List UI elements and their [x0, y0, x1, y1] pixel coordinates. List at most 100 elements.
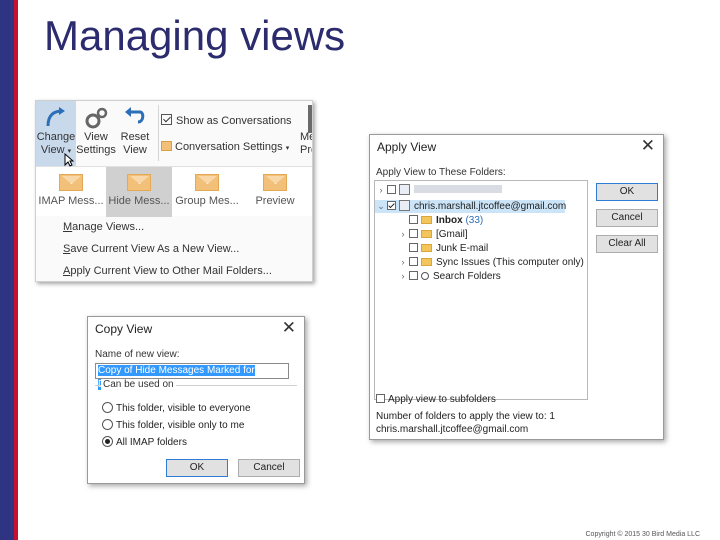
- gallery-item-group-messages[interactable]: Group Mes...: [174, 167, 240, 217]
- folder-icon: [421, 244, 432, 252]
- conversation-settings-label: Conversation Settings: [175, 141, 283, 153]
- clear-all-button[interactable]: Clear All: [596, 235, 658, 253]
- tree-row-inbox[interactable]: Inbox (33): [397, 214, 483, 227]
- folder-label: [Gmail]: [436, 229, 468, 240]
- dialog-title: Copy View: [95, 322, 153, 336]
- tree-row-sync-issues[interactable]: › Sync Issues (This computer only): [397, 256, 584, 269]
- folder-count-label: Number of folders to apply the view to: …: [376, 411, 555, 422]
- mailbox-icon: [399, 200, 410, 211]
- reset-view-button[interactable]: Reset View: [116, 101, 154, 166]
- can-be-used-on-group: Can be used on: [95, 379, 297, 390]
- menu-item-save-current-view[interactable]: Save Current View As a New View...: [63, 243, 239, 255]
- change-view-icon: [46, 107, 65, 127]
- reset-view-label-1: Reset: [120, 131, 150, 143]
- ok-button[interactable]: OK: [596, 183, 658, 201]
- slide-title: Managing views: [44, 12, 346, 59]
- chevron-right-icon: ›: [379, 185, 383, 195]
- reset-view-label-2: View: [123, 144, 147, 156]
- tree-row-junk[interactable]: Junk E-mail: [397, 242, 488, 255]
- checkbox-icon: [376, 394, 385, 403]
- folder-label: Sync Issues (This computer only): [436, 257, 584, 268]
- envelope-icon: [59, 174, 83, 191]
- view-gallery: IMAP Mess... Hide Mess... Group Mes... P…: [36, 166, 312, 217]
- conversation-settings-button[interactable]: Conversation Settings ▾: [161, 141, 289, 153]
- folder-label: Search Folders: [433, 271, 501, 282]
- message-preview-label-2: Pre: [300, 144, 312, 156]
- view-settings-label-2: Settings: [76, 144, 116, 156]
- view-name-input[interactable]: Copy of Hide Messages Marked for Deletio…: [95, 363, 289, 390]
- envelope-icon: [263, 174, 287, 191]
- view-name-label: Name of new view:: [95, 349, 180, 360]
- gallery-item-label: Preview: [255, 195, 295, 207]
- tree-row-account[interactable]: ⌄ chris.marshall.jtcoffee@gmail.com: [375, 200, 567, 213]
- menu-item-label: pply Current View to Other Mail Folders.…: [70, 265, 272, 277]
- folder-label: Inbox: [436, 215, 463, 226]
- account-icon: [399, 184, 410, 195]
- menu-item-accelerator: M: [63, 221, 73, 233]
- apply-subfolders-checkbox[interactable]: Apply view to subfolders: [376, 394, 496, 405]
- conversation-settings-icon: [161, 141, 172, 151]
- envelope-icon: [195, 174, 219, 191]
- folder-icon: [421, 216, 432, 224]
- menu-item-apply-current-view[interactable]: Apply Current View to Other Mail Folders…: [63, 265, 272, 277]
- chevron-down-icon: ▾: [285, 145, 290, 152]
- ok-button[interactable]: OK: [166, 459, 228, 477]
- checkbox-checked-icon: [387, 201, 396, 210]
- radio-all-imap-folders[interactable]: All IMAP folders: [102, 436, 187, 448]
- radio-selected-icon: [102, 436, 113, 447]
- cancel-button[interactable]: Cancel: [238, 459, 300, 477]
- menu-item-manage-views[interactable]: Manage Views...: [63, 221, 144, 233]
- radio-label: All IMAP folders: [116, 437, 187, 448]
- dialog-title: Apply View: [377, 140, 437, 154]
- change-view-label-1: Change: [36, 131, 76, 143]
- message-preview-button[interactable]: Me Pre: [300, 131, 312, 157]
- apply-subfolders-label: Apply view to subfolders: [388, 394, 496, 405]
- envelope-icon: [127, 174, 151, 191]
- apply-view-folders-label: Apply View to These Folders:: [376, 167, 506, 178]
- cancel-button[interactable]: Cancel: [596, 209, 658, 227]
- left-accent-stripe: [14, 0, 18, 540]
- show-as-conversations-checkbox[interactable]: Show as Conversations: [161, 114, 292, 127]
- folder-icon: [421, 258, 432, 266]
- copy-view-dialog: Copy View ✕ Name of new view: Copy of Hi…: [87, 316, 305, 484]
- radio-this-folder-everyone[interactable]: This folder, visible to everyone: [102, 402, 251, 414]
- checkbox-icon: [409, 243, 418, 252]
- reset-view-icon: [125, 107, 145, 124]
- view-settings-icon: [85, 107, 108, 129]
- menu-item-label: ave Current View As a New View...: [70, 243, 240, 255]
- checkbox-icon: [409, 215, 418, 224]
- folder-label: Junk E-mail: [436, 243, 489, 254]
- tree-row-hidden-account[interactable]: ›: [375, 184, 502, 197]
- radio-this-folder-only-me[interactable]: This folder, visible only to me: [102, 419, 244, 431]
- chevron-right-icon: ›: [401, 257, 405, 267]
- radio-icon: [102, 402, 113, 413]
- apply-view-dialog: Apply View ✕ Apply View to These Folders…: [369, 134, 664, 440]
- chevron-down-icon: ⌄: [377, 201, 385, 211]
- view-settings-label-1: View: [84, 131, 108, 143]
- folder-tree: › ⌄ chris.marshall.jtcoffee@gmail.com Inb…: [374, 180, 588, 400]
- checkbox-icon: [409, 229, 418, 238]
- message-preview-icon: [308, 105, 312, 133]
- checkbox-icon: [409, 271, 418, 280]
- account-footer-label: chris.marshall.jtcoffee@gmail.com: [376, 424, 529, 435]
- close-icon[interactable]: ✕: [282, 318, 296, 338]
- gallery-item-label: IMAP Mess...: [38, 195, 104, 207]
- account-label: chris.marshall.jtcoffee@gmail.com: [414, 201, 567, 212]
- checkbox-icon: [387, 185, 396, 194]
- ribbon-separator: [158, 105, 159, 161]
- folder-count: (33): [465, 215, 484, 226]
- gallery-item-imap-messages[interactable]: IMAP Mess...: [38, 167, 104, 217]
- mouse-cursor-icon: [64, 153, 74, 167]
- left-accent-bar: [0, 0, 14, 540]
- checkbox-checked-icon: [161, 114, 172, 125]
- close-icon[interactable]: ✕: [641, 136, 655, 156]
- redacted-account: [414, 185, 502, 193]
- tree-row-search-folders[interactable]: › Search Folders: [397, 270, 501, 283]
- view-settings-button[interactable]: View Settings: [76, 101, 116, 166]
- tree-row-gmail[interactable]: › [Gmail]: [397, 228, 468, 241]
- gallery-item-preview[interactable]: Preview: [242, 167, 308, 217]
- gallery-item-hide-messages[interactable]: Hide Mess...: [106, 167, 172, 217]
- copyright-text: Copyright © 2015 30 Bird Media LLC: [585, 531, 701, 538]
- chevron-right-icon: ›: [401, 229, 405, 239]
- can-be-used-on-label: Can be used on: [101, 379, 176, 390]
